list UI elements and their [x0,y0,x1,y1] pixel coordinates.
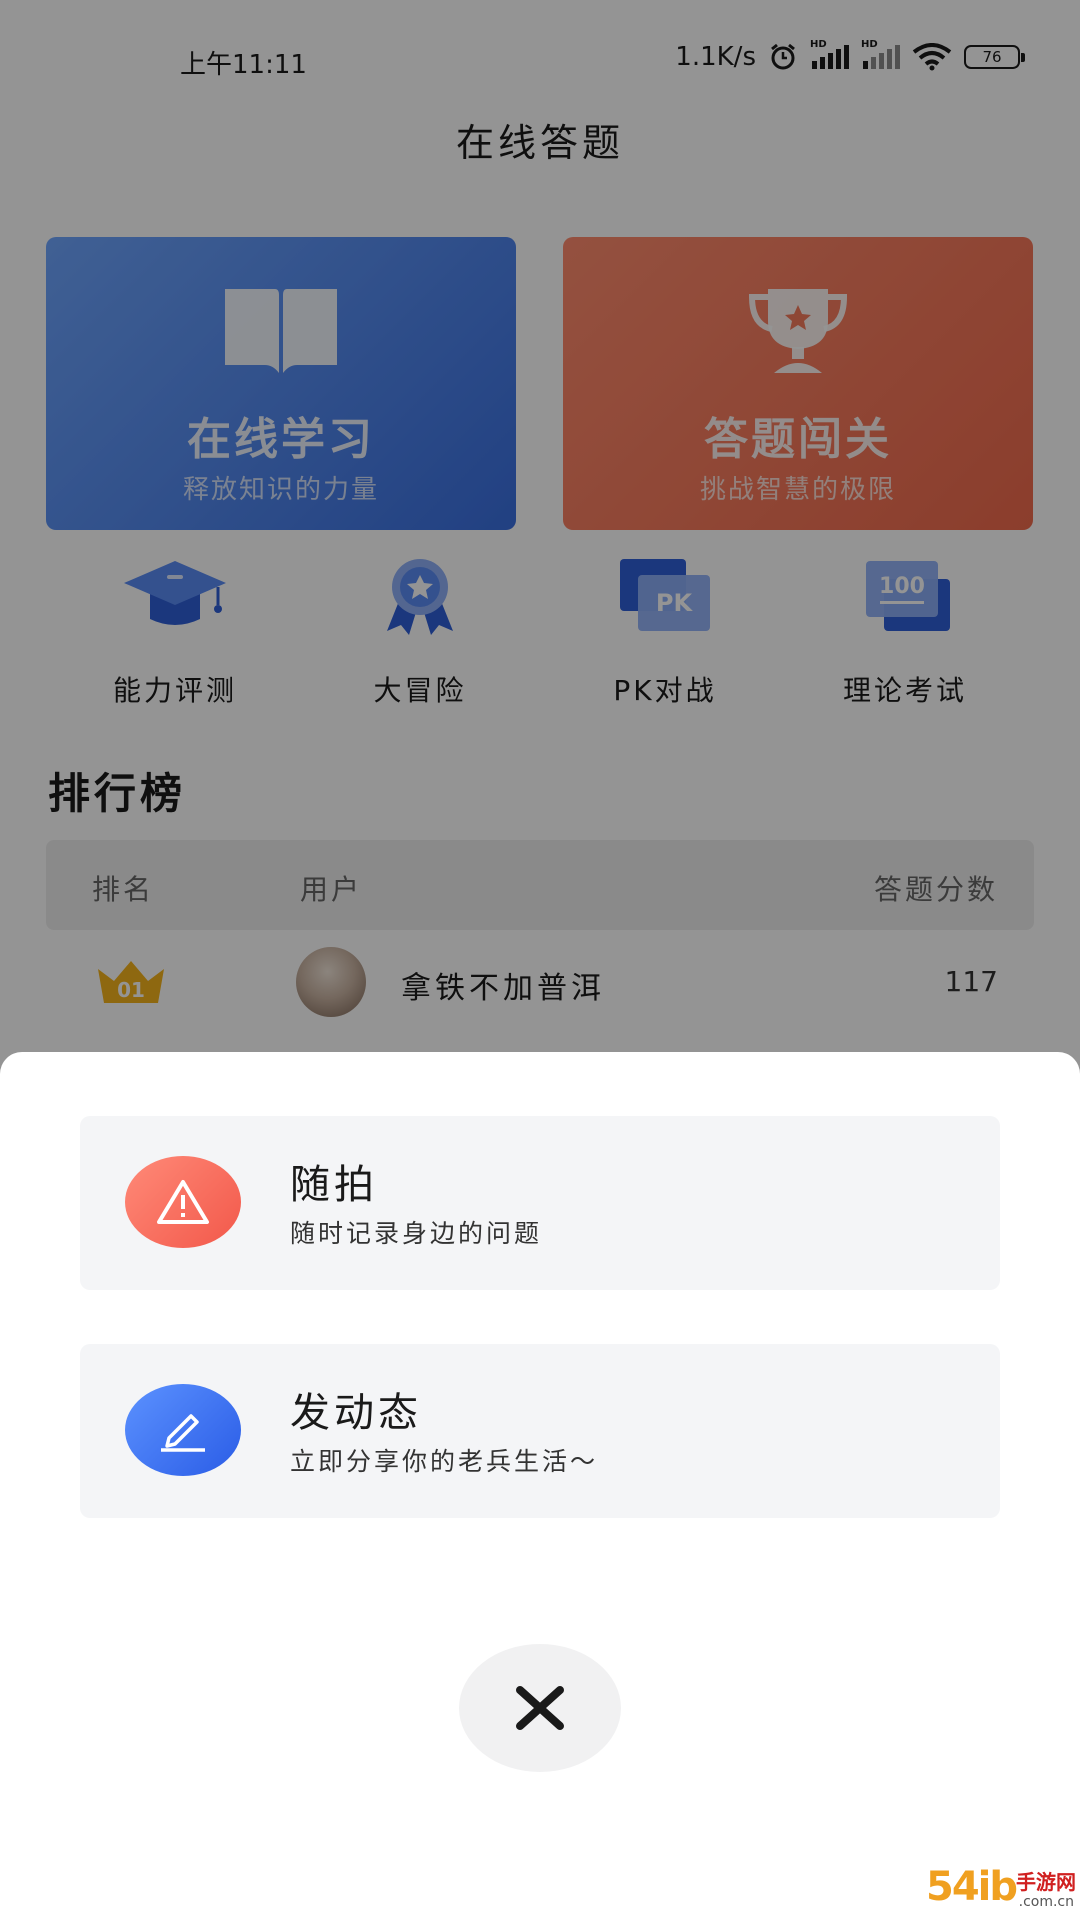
watermark-logo: 54ib 手游网 .com.cn [926,1864,1076,1918]
warning-icon [157,1180,209,1224]
warning-icon-badge [125,1156,241,1248]
snapshot-report-button[interactable]: 随拍 随时记录身边的问题 [80,1116,1000,1290]
bottom-sheet: 随拍 随时记录身边的问题 发动态 立即分享你的老兵生活～ [0,1052,1080,1920]
watermark-number: 54ib [926,1864,1018,1910]
action-title: 发动态 [290,1390,422,1436]
watermark-domain: .com.cn [1018,1894,1074,1910]
pencil-icon-badge [125,1384,241,1476]
watermark-text: 手游网 [1016,1870,1076,1894]
close-button[interactable] [459,1644,621,1772]
action-subtitle: 随时记录身边的问题 [290,1219,543,1248]
action-subtitle: 立即分享你的老兵生活～ [290,1447,599,1476]
action-title: 随拍 [290,1162,378,1208]
post-moment-button[interactable]: 发动态 立即分享你的老兵生活～ [80,1344,1000,1518]
pencil-icon [161,1414,205,1452]
close-icon [516,1686,564,1730]
